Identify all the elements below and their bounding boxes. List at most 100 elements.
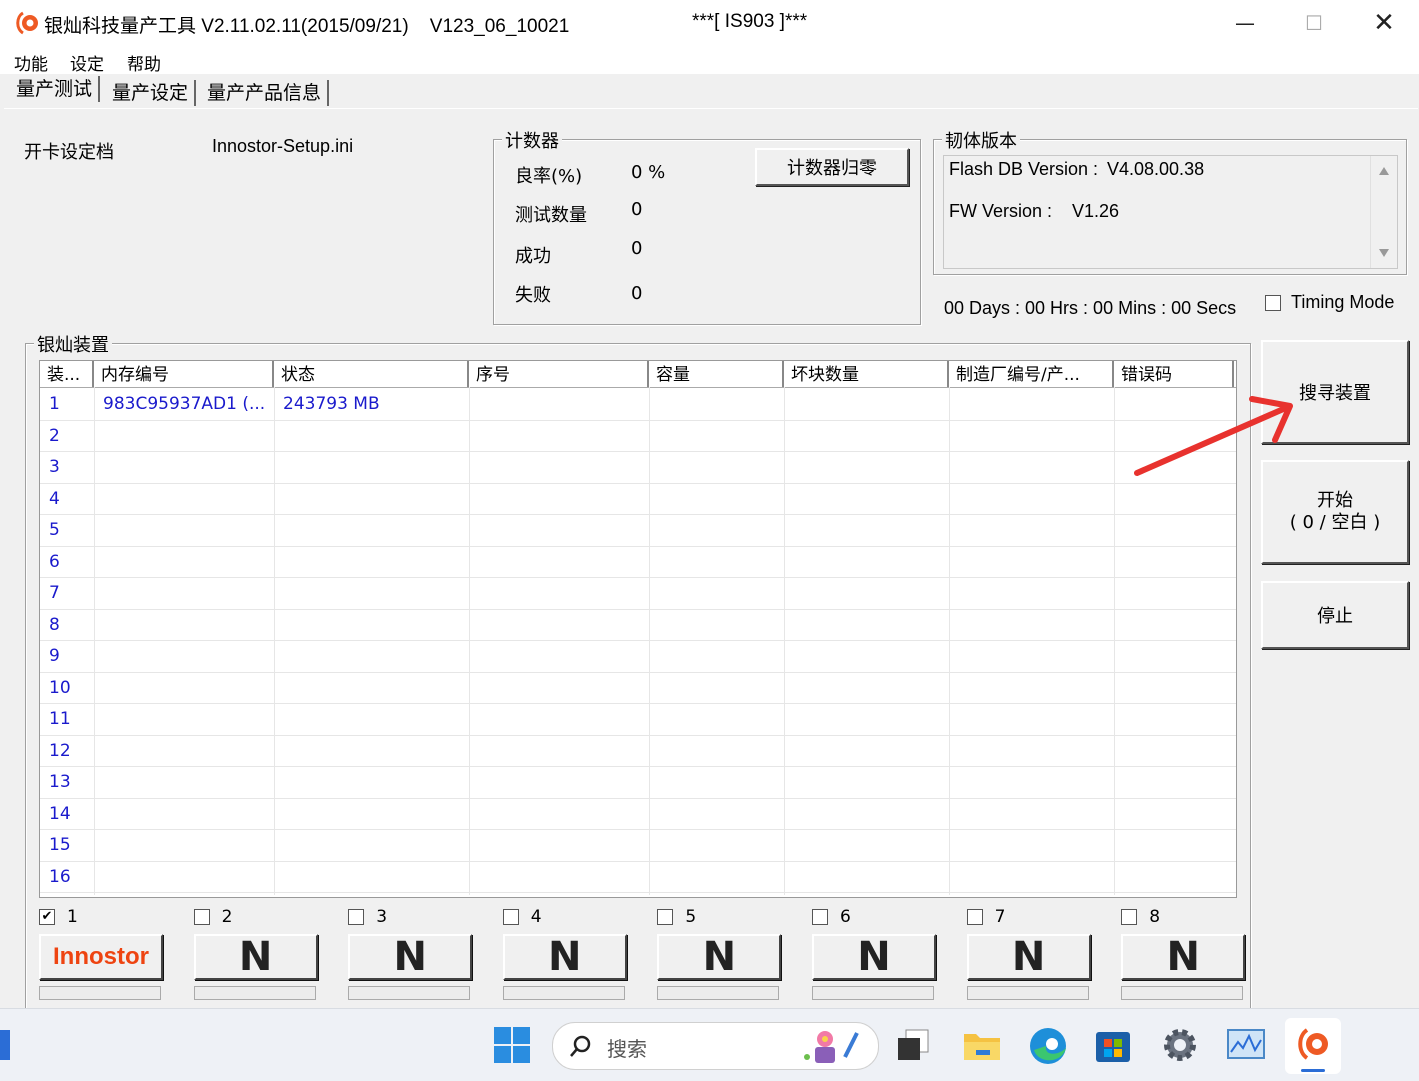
setup-file-value: Innostor-Setup.ini	[212, 136, 354, 156]
test-count-value: 0	[631, 199, 643, 220]
slot-checkbox[interactable]	[812, 909, 828, 925]
cell-memory-id	[94, 640, 274, 671]
minimize-button[interactable]: —	[1210, 0, 1280, 46]
table-row[interactable]: 6	[40, 546, 1236, 578]
innostor-app-taskbar-tile[interactable]	[1285, 1018, 1341, 1074]
col-slot[interactable]: 装...	[40, 361, 94, 387]
scroll-up-icon[interactable]	[1378, 166, 1390, 176]
search-icon	[570, 1035, 591, 1057]
table-row[interactable]: 8	[40, 609, 1236, 641]
slot-checkbox[interactable]	[966, 909, 983, 925]
table-row[interactable]: 10	[40, 672, 1236, 704]
cell-slot-number: 16	[49, 866, 71, 887]
flash-db-label: Flash DB Version :	[949, 159, 1099, 179]
cell-slot-number: 3	[49, 457, 60, 477]
slot-checkbox[interactable]	[1121, 909, 1138, 925]
tab-mass-production-settings[interactable]: 量产设定	[106, 80, 197, 106]
cell-status	[274, 609, 469, 640]
slot-checkbox[interactable]	[193, 909, 210, 925]
microsoft-store-icon[interactable]	[1094, 1026, 1132, 1064]
table-row[interactable]: 1 983C95937AD1 (... 243793 MB	[40, 388, 1236, 421]
yield-label: 良率(%)	[515, 166, 583, 187]
slot-checkbox[interactable]	[502, 909, 519, 925]
slot-checkbox[interactable]: ✔	[39, 909, 55, 925]
maximize-button[interactable]: ☐	[1279, 0, 1349, 46]
tab-product-info[interactable]: 量产产品信息	[201, 80, 330, 106]
slot-number: 2	[221, 907, 233, 927]
cell-slot-number: 11	[49, 709, 71, 729]
menu-function[interactable]: 功能	[14, 50, 48, 75]
table-row[interactable]: 16	[40, 861, 1236, 893]
col-capacity[interactable]: 容量	[649, 361, 784, 387]
red-arrow-annotation	[1134, 396, 1293, 476]
cell-memory-id	[94, 451, 274, 482]
start-button-label: 开始	[1317, 490, 1353, 511]
table-row[interactable]: 15	[40, 829, 1236, 862]
file-explorer-icon[interactable]	[962, 1026, 1002, 1064]
task-view-icon[interactable]	[896, 1028, 930, 1062]
table-row[interactable]: 9	[40, 640, 1236, 673]
slot-status-label: N	[502, 934, 627, 980]
performance-monitor-icon[interactable]	[1226, 1028, 1266, 1062]
slot-checkbox[interactable]	[348, 909, 365, 925]
slot-progress-bar	[812, 986, 934, 1000]
slot-number: 7	[994, 907, 1006, 927]
cell-slot-number: 10	[49, 677, 71, 698]
menu-help[interactable]: 帮助	[127, 50, 161, 75]
table-row[interactable]: 3	[40, 451, 1236, 484]
device-table[interactable]: 装... 内存编号 状态 序号 容量 坏块数量 制造厂编号/产... 错误码 1…	[39, 360, 1237, 898]
firmware-scrollbar[interactable]	[1370, 156, 1397, 268]
slot-progress-bar	[1121, 986, 1244, 1000]
slot-progress-bar	[502, 986, 625, 1000]
table-row[interactable]: 13	[40, 766, 1236, 799]
cell-memory-id	[94, 829, 274, 860]
col-serial[interactable]: 序号	[469, 361, 649, 387]
timing-mode-checkbox[interactable]	[1265, 295, 1281, 311]
cell-status	[274, 451, 469, 482]
cell-slot-number: 2	[49, 425, 60, 446]
col-error-code[interactable]: 错误码	[1114, 361, 1234, 387]
col-bad-blocks[interactable]: 坏块数量	[784, 361, 949, 387]
counter-reset-button[interactable]: 计数器归零	[755, 148, 909, 186]
fail-label: 失败	[515, 285, 551, 306]
test-count-label: 测试数量	[515, 205, 587, 226]
cell-memory-id	[94, 609, 274, 640]
tab-bar: 量产测试 量产设定 量产产品信息	[0, 74, 1419, 110]
settings-gear-icon[interactable]	[1160, 1025, 1200, 1065]
table-row[interactable]: 14	[40, 798, 1236, 830]
slot-status-label: N	[193, 934, 318, 980]
table-row[interactable]: 11	[40, 703, 1236, 736]
cell-memory-id	[94, 861, 274, 892]
stop-button[interactable]: 停止	[1261, 581, 1409, 649]
menu-settings[interactable]: 设定	[70, 50, 104, 75]
col-status[interactable]: 状态	[274, 361, 469, 387]
slot-progress-bar	[657, 986, 780, 1000]
table-header: 装... 内存编号 状态 序号 容量 坏块数量 制造厂编号/产... 错误码	[40, 361, 1236, 388]
taskbar-search-box[interactable]: 搜索	[552, 1022, 879, 1070]
table-row[interactable]: 2	[40, 420, 1236, 452]
slot-status-label: N	[966, 934, 1091, 980]
slot-number: 4	[530, 907, 542, 927]
cell-status	[274, 546, 469, 577]
cell-memory-id	[94, 766, 274, 797]
cell-memory-id	[94, 577, 274, 608]
table-row[interactable]: 12	[40, 735, 1236, 767]
table-row[interactable]: 5	[40, 514, 1236, 547]
scroll-down-icon[interactable]	[1378, 248, 1390, 258]
flash-db-value: V4.08.00.38	[1107, 159, 1205, 179]
table-row[interactable]: 4	[40, 483, 1236, 515]
table-row[interactable]: 7	[40, 577, 1236, 610]
elapsed-timer: 00 Days : 00 Hrs : 00 Mins : 00 Secs	[944, 298, 1237, 318]
cell-slot-number: 4	[49, 488, 60, 509]
cell-memory-id	[94, 514, 274, 545]
success-value: 0	[631, 238, 643, 259]
col-vendor-id[interactable]: 制造厂编号/产...	[949, 361, 1114, 387]
windows-start-icon[interactable]	[494, 1027, 530, 1063]
tab-mass-production-test[interactable]: 量产测试	[10, 76, 101, 102]
cell-slot-number: 6	[49, 551, 60, 572]
slot-checkbox[interactable]	[657, 909, 674, 925]
edge-browser-icon[interactable]	[1028, 1026, 1068, 1066]
close-button[interactable]: ✕	[1349, 0, 1419, 46]
col-memory-id[interactable]: 内存编号	[94, 361, 274, 387]
cell-slot-number: 12	[49, 740, 71, 761]
